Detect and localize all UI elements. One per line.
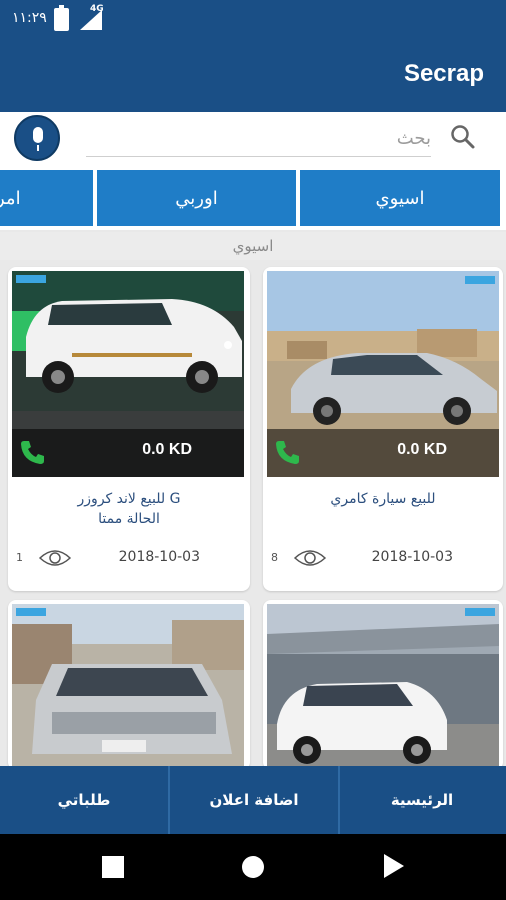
battery-icon [54, 5, 69, 31]
car-photo [267, 604, 499, 770]
nav-home-label: الرئيسية [390, 791, 454, 809]
voice-search-button[interactable] [14, 115, 60, 161]
listing-title-line: للبيع لاند كروزر G [77, 491, 181, 507]
price-bar: 0.0 KD [12, 429, 244, 477]
nav-my-requests-label: طلباتي [57, 791, 111, 809]
nav-add-listing[interactable]: اضافة اعلان [170, 766, 338, 834]
category-tab-label: اسيوي [375, 187, 425, 209]
listing-card[interactable] [8, 600, 250, 770]
listing-title: للبيع سيارة كامري [273, 489, 493, 509]
nav-divider [168, 766, 170, 834]
category-tab-label: اوربي [175, 187, 218, 209]
listing-title: للبيع لاند كروزر G الحالة ممتا [18, 489, 240, 529]
back-icon[interactable] [384, 854, 404, 878]
listing-date: 2018-10-03 [118, 549, 200, 565]
price-bar: 0.0 KD [267, 429, 499, 477]
nav-home[interactable]: الرئيسية [338, 766, 506, 834]
listing-card[interactable]: 0.0 KD للبيع لاند كروزر G الحالة ممتا 20… [8, 267, 250, 591]
eye-icon [293, 550, 327, 566]
category-tab-european[interactable]: اوربي [97, 170, 296, 226]
nav-add-listing-label: اضافة اعلان [209, 791, 299, 809]
system-nav-bar [0, 834, 506, 900]
app-bar: Secrap [0, 40, 506, 112]
view-count: 8 [271, 551, 278, 564]
category-tab-label: امر [0, 187, 21, 209]
nav-divider [338, 766, 340, 834]
listing-price: 0.0 KD [397, 441, 447, 458]
listing-title-line: للبيع سيارة كامري [330, 491, 436, 507]
network-type: 4G [90, 4, 104, 14]
phone-icon[interactable] [273, 437, 303, 467]
phone-icon[interactable] [18, 437, 48, 467]
listing-price: 0.0 KD [142, 441, 192, 458]
search-input[interactable] [86, 120, 431, 157]
current-category-label: اسيوي [0, 232, 506, 260]
search-row [0, 112, 506, 166]
view-count: 1 [16, 551, 23, 564]
home-icon[interactable] [242, 856, 264, 878]
nav-my-requests[interactable]: طلباتي [0, 766, 168, 834]
listing-title-line: الحالة ممتا [98, 511, 160, 527]
category-tab-american[interactable]: امر [0, 170, 93, 226]
eye-icon [38, 550, 72, 566]
listing-date: 2018-10-03 [371, 549, 453, 565]
recent-apps-icon[interactable] [102, 856, 124, 878]
app-title: Secrap [403, 60, 484, 87]
status-time: ١١:٢٩ [12, 10, 47, 26]
category-tabs: اسيوي اوربي امر [0, 166, 506, 230]
car-photo [12, 604, 244, 770]
status-bar: ١١:٢٩ 4G [0, 0, 506, 40]
search-icon[interactable] [450, 124, 476, 150]
listing-card[interactable]: 0.0 KD للبيع سيارة كامري 2018-10-03 8 [263, 267, 503, 591]
category-tab-asian[interactable]: اسيوي [300, 170, 500, 226]
listing-card[interactable] [263, 600, 503, 770]
bottom-nav: الرئيسية اضافة اعلان طلباتي [0, 766, 506, 834]
